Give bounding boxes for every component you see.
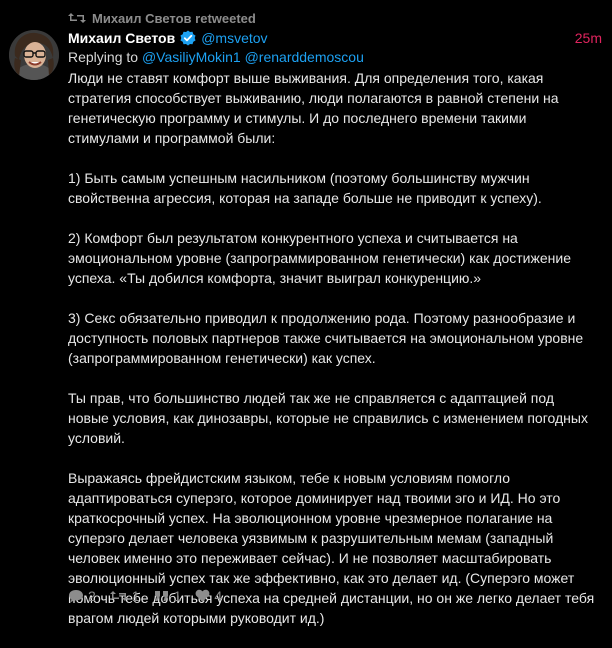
tweet-actions: 2 1 1 4 <box>68 586 222 606</box>
like-count: 4 <box>214 588 223 604</box>
like-button[interactable]: 4 <box>195 588 222 604</box>
retweet-count: 1 <box>131 588 140 604</box>
tweet-paragraph: 1) Быть самым успешным насильником (поэт… <box>68 170 542 206</box>
tweet-text: Люди не ставят комфорт выше выживания. Д… <box>68 68 598 648</box>
retweet-button[interactable]: 1 <box>109 588 140 604</box>
tweet-paragraph: Люди не ставят комфорт выше выживания. Д… <box>68 70 559 146</box>
avatar[interactable] <box>9 30 59 80</box>
reply-context: Replying to @VasiliyMokin1 @renarddemosc… <box>68 49 364 65</box>
retweet-context: Михаил Светов retweeted <box>68 8 256 28</box>
reply-prefix: Replying to <box>68 49 139 65</box>
tweet-paragraph: Ты прав, что большинство людей так же не… <box>68 390 588 446</box>
quote-icon <box>154 590 170 602</box>
reply-mention-renarddemoscou[interactable]: @renarddemoscou <box>245 49 364 65</box>
tweet-paragraph: 2) Комфорт был результатом конкурентного… <box>68 230 571 286</box>
reply-button[interactable]: 2 <box>68 588 96 604</box>
author-name[interactable]: Михаил Светов <box>68 30 175 46</box>
quote-button[interactable]: 1 <box>154 588 182 604</box>
tweet-paragraph: 3) Секс обязательно приводил к продолжен… <box>68 310 584 366</box>
author-handle[interactable]: @msvetov <box>201 30 267 46</box>
retweet-icon <box>109 590 128 602</box>
reply-count: 2 <box>88 588 96 604</box>
reply-mention-vasiliymokin1[interactable]: @VasiliyMokin1 <box>142 49 241 65</box>
verified-icon <box>180 30 196 46</box>
tweet[interactable]: Михаил Светов retweeted Михаил Светов @m… <box>0 0 612 626</box>
reply-icon <box>68 589 84 603</box>
retweet-icon <box>68 12 86 24</box>
tweet-timestamp[interactable]: 25m <box>575 30 602 46</box>
tweet-header: Михаил Светов @msvetov 25m <box>68 28 602 48</box>
quote-count: 1 <box>173 588 182 604</box>
like-icon <box>195 589 210 603</box>
retweet-label: Михаил Светов retweeted <box>92 10 256 26</box>
